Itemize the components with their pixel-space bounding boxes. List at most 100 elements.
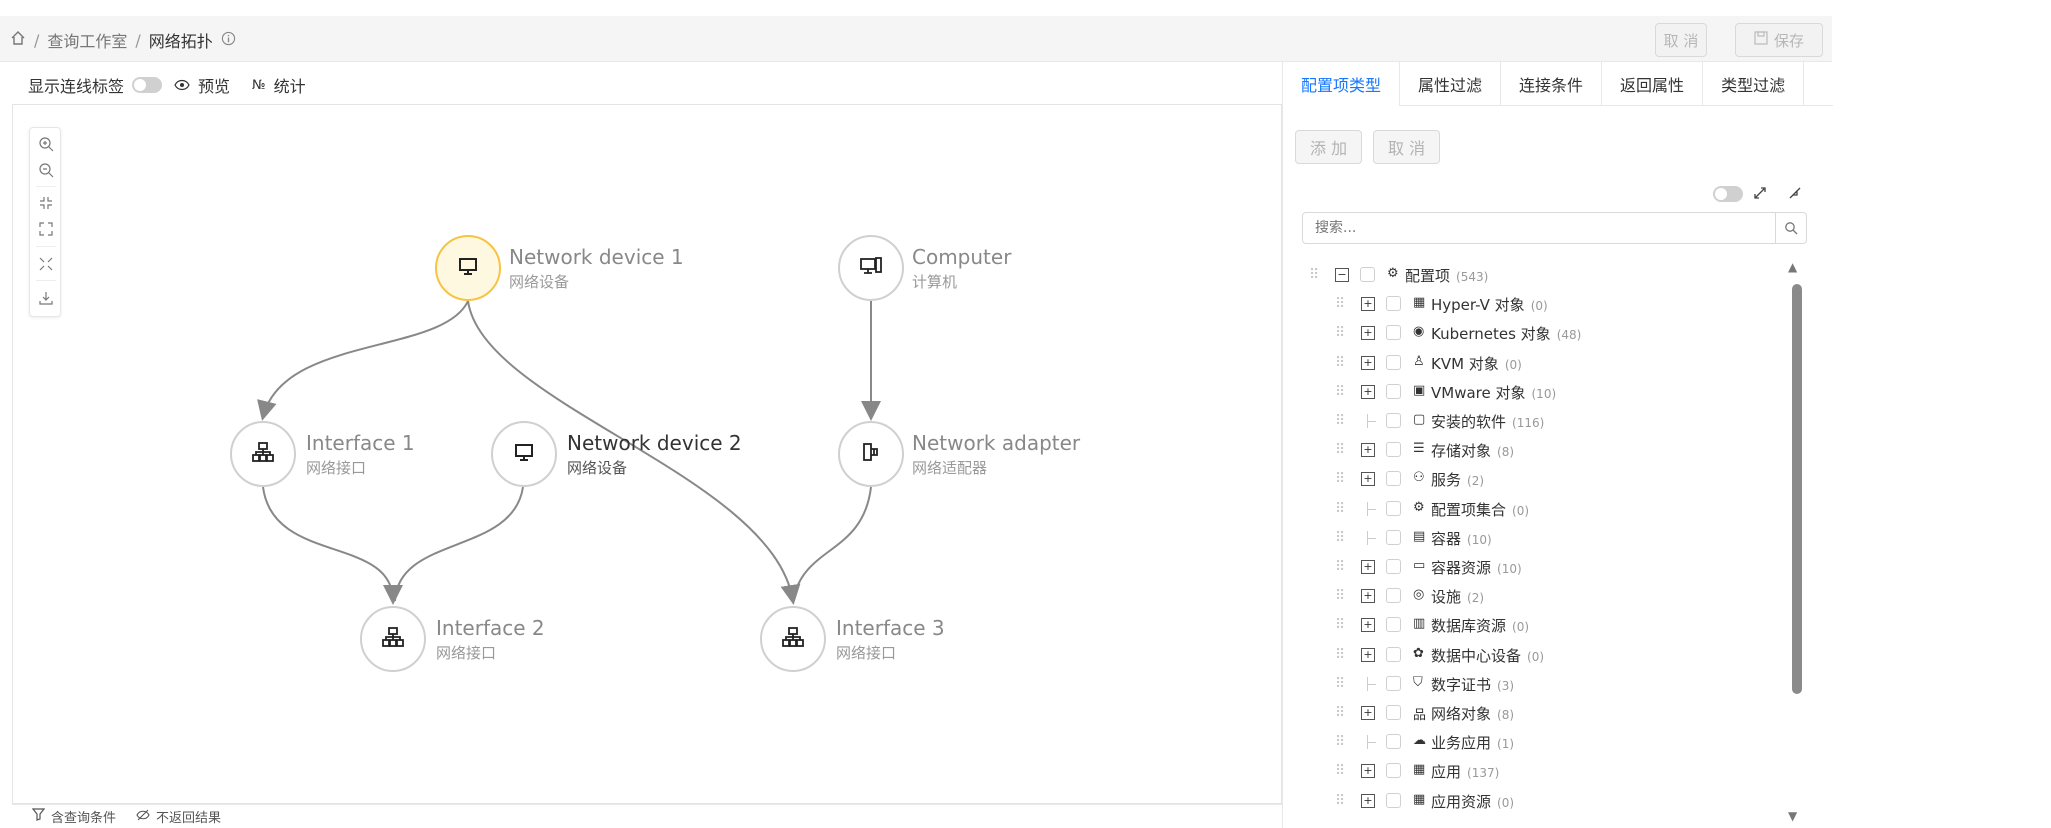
tree-checkbox[interactable] xyxy=(1386,471,1401,487)
tree-checkbox[interactable] xyxy=(1360,267,1375,282)
tree-checkbox[interactable] xyxy=(1386,413,1401,428)
graph-node-interface-1[interactable] xyxy=(230,421,296,487)
tree-scrollbar-thumb[interactable] xyxy=(1792,284,1802,694)
tree-checkbox[interactable] xyxy=(1386,442,1401,458)
tree-checkbox[interactable] xyxy=(1386,763,1401,779)
expand-node-icon[interactable]: + xyxy=(1361,589,1375,604)
tree-row[interactable]: ⠿ ☁ 业务应用 (1) xyxy=(1283,727,1783,757)
drag-handle-icon[interactable]: ⠿ xyxy=(1335,734,1345,750)
tree-checkbox[interactable] xyxy=(1386,559,1401,574)
tree-checkbox[interactable] xyxy=(1386,354,1401,370)
scroll-up-icon[interactable]: ▲ xyxy=(1788,260,1797,274)
stats-button[interactable]: 统计 xyxy=(274,73,306,97)
tree-row[interactable]: ⠿ + ◎ 设施 (2) xyxy=(1283,581,1783,611)
eye-icon[interactable] xyxy=(174,76,190,95)
info-icon[interactable] xyxy=(221,31,236,50)
preview-button[interactable]: 预览 xyxy=(198,73,230,97)
tree-toggle[interactable] xyxy=(1713,186,1743,202)
tree-row[interactable]: ⠿ ⛉ 数字证书 (3) xyxy=(1283,669,1783,699)
tree-row[interactable]: ⠿ ⚙ 配置项集合 (0) xyxy=(1283,494,1783,524)
tab-return-attributes[interactable]: 返回属性 xyxy=(1602,62,1704,106)
tab-type-filter[interactable]: 类型过滤 xyxy=(1703,62,1805,106)
expand-node-icon[interactable]: + xyxy=(1361,560,1375,574)
expand-all-icon[interactable] xyxy=(1753,186,1767,204)
graph-node-network-device-2[interactable] xyxy=(491,421,557,487)
breadcrumb-item[interactable]: 查询工作室 xyxy=(47,28,127,52)
show-edge-labels-toggle[interactable] xyxy=(132,77,163,93)
header-save-button[interactable]: 保存 xyxy=(1735,23,1823,57)
tree-checkbox[interactable] xyxy=(1386,792,1401,808)
add-button[interactable]: 添 加 xyxy=(1295,130,1363,164)
tab-ci-type[interactable]: 配置项类型 xyxy=(1283,62,1401,106)
drag-handle-icon[interactable]: ⠿ xyxy=(1335,501,1345,517)
tree-checkbox[interactable] xyxy=(1386,705,1401,720)
expand-node-icon[interactable]: + xyxy=(1361,443,1375,458)
tree-row[interactable]: ⠿ + ☰ 存储对象 (8) xyxy=(1283,435,1783,465)
collapse-all-icon[interactable] xyxy=(1788,186,1802,204)
tree-row[interactable]: ⠿ + ▦ 应用资源 (0) xyxy=(1283,786,1783,816)
tree-checkbox[interactable] xyxy=(1386,383,1401,399)
expand-node-icon[interactable]: + xyxy=(1361,706,1375,720)
drag-handle-icon[interactable]: ⠿ xyxy=(1335,471,1345,487)
drag-handle-icon[interactable]: ⠿ xyxy=(1335,705,1345,721)
tree-row[interactable]: ⠿ + ▥ 数据库资源 (0) xyxy=(1283,610,1783,640)
header-cancel-button[interactable]: 取 消 xyxy=(1655,23,1707,57)
drag-handle-icon[interactable]: ⠿ xyxy=(1309,267,1319,283)
graph-node-interface-3[interactable] xyxy=(760,606,826,672)
tree-row[interactable]: ⠿ ▤ 容器 (10) xyxy=(1283,523,1783,553)
expand-node-icon[interactable]: + xyxy=(1361,793,1375,808)
graph-node-computer[interactable] xyxy=(838,235,904,301)
drag-handle-icon[interactable]: ⠿ xyxy=(1335,442,1345,458)
expand-node-icon[interactable]: + xyxy=(1361,326,1375,341)
tree-checkbox[interactable] xyxy=(1386,675,1401,691)
drag-handle-icon[interactable]: ⠿ xyxy=(1335,325,1345,341)
tab-join-conditions[interactable]: 连接条件 xyxy=(1501,62,1603,106)
expand-node-icon[interactable]: + xyxy=(1361,384,1375,399)
tree-row[interactable]: ⠿ + ◉ Kubernetes 对象 (48) xyxy=(1283,318,1783,348)
expand-node-icon[interactable]: + xyxy=(1361,764,1375,779)
graph-node-network-adapter[interactable] xyxy=(838,421,904,487)
tree-checkbox[interactable] xyxy=(1386,325,1401,341)
drag-handle-icon[interactable]: ⠿ xyxy=(1335,588,1345,604)
search-icon[interactable] xyxy=(1775,212,1807,244)
scroll-down-icon[interactable]: ▼ xyxy=(1788,809,1797,823)
drag-handle-icon[interactable]: ⠿ xyxy=(1335,355,1345,371)
expand-node-icon[interactable]: + xyxy=(1361,472,1375,487)
tree-row[interactable]: ⠿ ▢ 安装的软件 (116) xyxy=(1283,406,1783,436)
tree-checkbox[interactable] xyxy=(1386,296,1401,312)
drag-handle-icon[interactable]: ⠿ xyxy=(1335,617,1345,633)
expand-node-icon[interactable]: + xyxy=(1361,647,1375,662)
drag-handle-icon[interactable]: ⠿ xyxy=(1335,793,1345,809)
drag-handle-icon[interactable]: ⠿ xyxy=(1335,413,1345,429)
expand-node-icon[interactable]: + xyxy=(1361,618,1375,633)
tree-checkbox[interactable] xyxy=(1386,500,1401,516)
drag-handle-icon[interactable]: ⠿ xyxy=(1335,384,1345,400)
drag-handle-icon[interactable]: ⠿ xyxy=(1335,530,1345,546)
tree-row[interactable]: ⠿ + ✿ 数据中心设备 (0) xyxy=(1283,640,1783,670)
tree-row[interactable]: ⠿ + ♙ KVM 对象 (0) xyxy=(1283,348,1783,378)
graph-node-interface-2[interactable] xyxy=(360,606,426,672)
expand-node-icon[interactable]: + xyxy=(1361,297,1375,312)
tree-row[interactable]: ⠿ + ▭ 容器资源 (10) xyxy=(1283,552,1783,582)
tab-attribute-filter[interactable]: 属性过滤 xyxy=(1400,62,1502,106)
drag-handle-icon[interactable]: ⠿ xyxy=(1335,647,1345,663)
expand-node-icon[interactable]: + xyxy=(1361,355,1375,370)
tree-row[interactable]: ⠿ + ▦ Hyper-V 对象 (0) xyxy=(1283,289,1783,319)
drag-handle-icon[interactable]: ⠿ xyxy=(1335,296,1345,312)
tree-checkbox[interactable] xyxy=(1386,588,1401,604)
panel-cancel-button[interactable]: 取 消 xyxy=(1373,130,1441,164)
tree-row[interactable]: ⠿ − ⚙ 配置项 (543) xyxy=(1283,260,1783,290)
drag-handle-icon[interactable]: ⠿ xyxy=(1335,559,1345,575)
tree-checkbox[interactable] xyxy=(1386,734,1401,750)
tree-checkbox[interactable] xyxy=(1386,529,1401,545)
tree-checkbox[interactable] xyxy=(1386,646,1401,662)
tree-row[interactable]: ⠿ + 品网络对象 (8) xyxy=(1283,698,1783,728)
number-icon[interactable]: № xyxy=(252,78,266,93)
graph-canvas[interactable]: Network device 1 网络设备 Computer 计算机 Inter… xyxy=(12,104,1282,804)
tree-search-input[interactable] xyxy=(1302,212,1776,244)
drag-handle-icon[interactable]: ⠿ xyxy=(1335,676,1345,692)
home-icon[interactable] xyxy=(10,30,26,50)
tree-row[interactable]: ⠿ + ⚇ 服务 (2) xyxy=(1283,464,1783,494)
drag-handle-icon[interactable]: ⠿ xyxy=(1335,763,1345,779)
tree-row[interactable]: ⠿ + ▣ VMware 对象 (10) xyxy=(1283,377,1783,407)
